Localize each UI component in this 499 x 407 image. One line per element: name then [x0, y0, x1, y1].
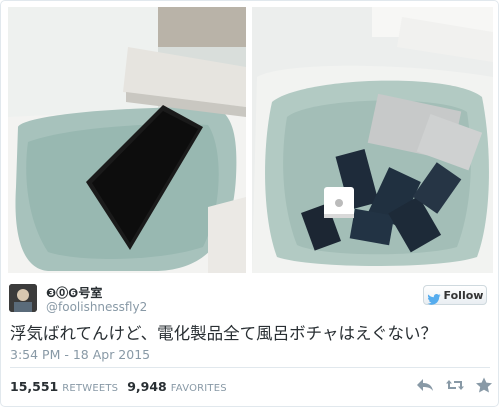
- favorites-label[interactable]: FAVORITES: [171, 383, 227, 394]
- photo-grid: [8, 7, 493, 273]
- reply-icon[interactable]: [415, 377, 435, 393]
- retweets-count[interactable]: 15,551: [10, 379, 58, 394]
- tweet-stats: 15,551 RETWEETS 9,948 FAVORITES: [10, 379, 236, 394]
- author-display-name[interactable]: ❸⓪❻号室: [46, 284, 102, 301]
- twitter-bird-icon: [426, 290, 441, 305]
- follow-button-label: Follow: [443, 288, 484, 302]
- tweet-timestamp[interactable]: 3:54 PM - 18 Apr 2015: [10, 347, 150, 362]
- follow-button[interactable]: Follow: [423, 285, 487, 305]
- avatar[interactable]: [9, 284, 37, 312]
- favorites-count[interactable]: 9,948: [127, 379, 167, 394]
- tweet-card: ❸⓪❻号室 @foolishnessfly2 Follow 浮気ばれてんけど、電…: [0, 0, 499, 407]
- tweet-actions: [415, 377, 495, 393]
- retweets-label[interactable]: RETWEETS: [62, 383, 118, 394]
- retweet-icon[interactable]: [445, 377, 465, 393]
- photo-devices-in-bathtub[interactable]: [252, 7, 493, 273]
- favorite-star-icon[interactable]: [475, 377, 495, 393]
- author-screen-name[interactable]: @foolishnessfly2: [46, 300, 147, 314]
- tweet-text: 浮気ばれてんけど、電化製品全て風呂ボチャはえぐない？: [10, 324, 438, 343]
- photo-laptop-in-bathtub[interactable]: [8, 7, 246, 273]
- divider: [10, 367, 490, 368]
